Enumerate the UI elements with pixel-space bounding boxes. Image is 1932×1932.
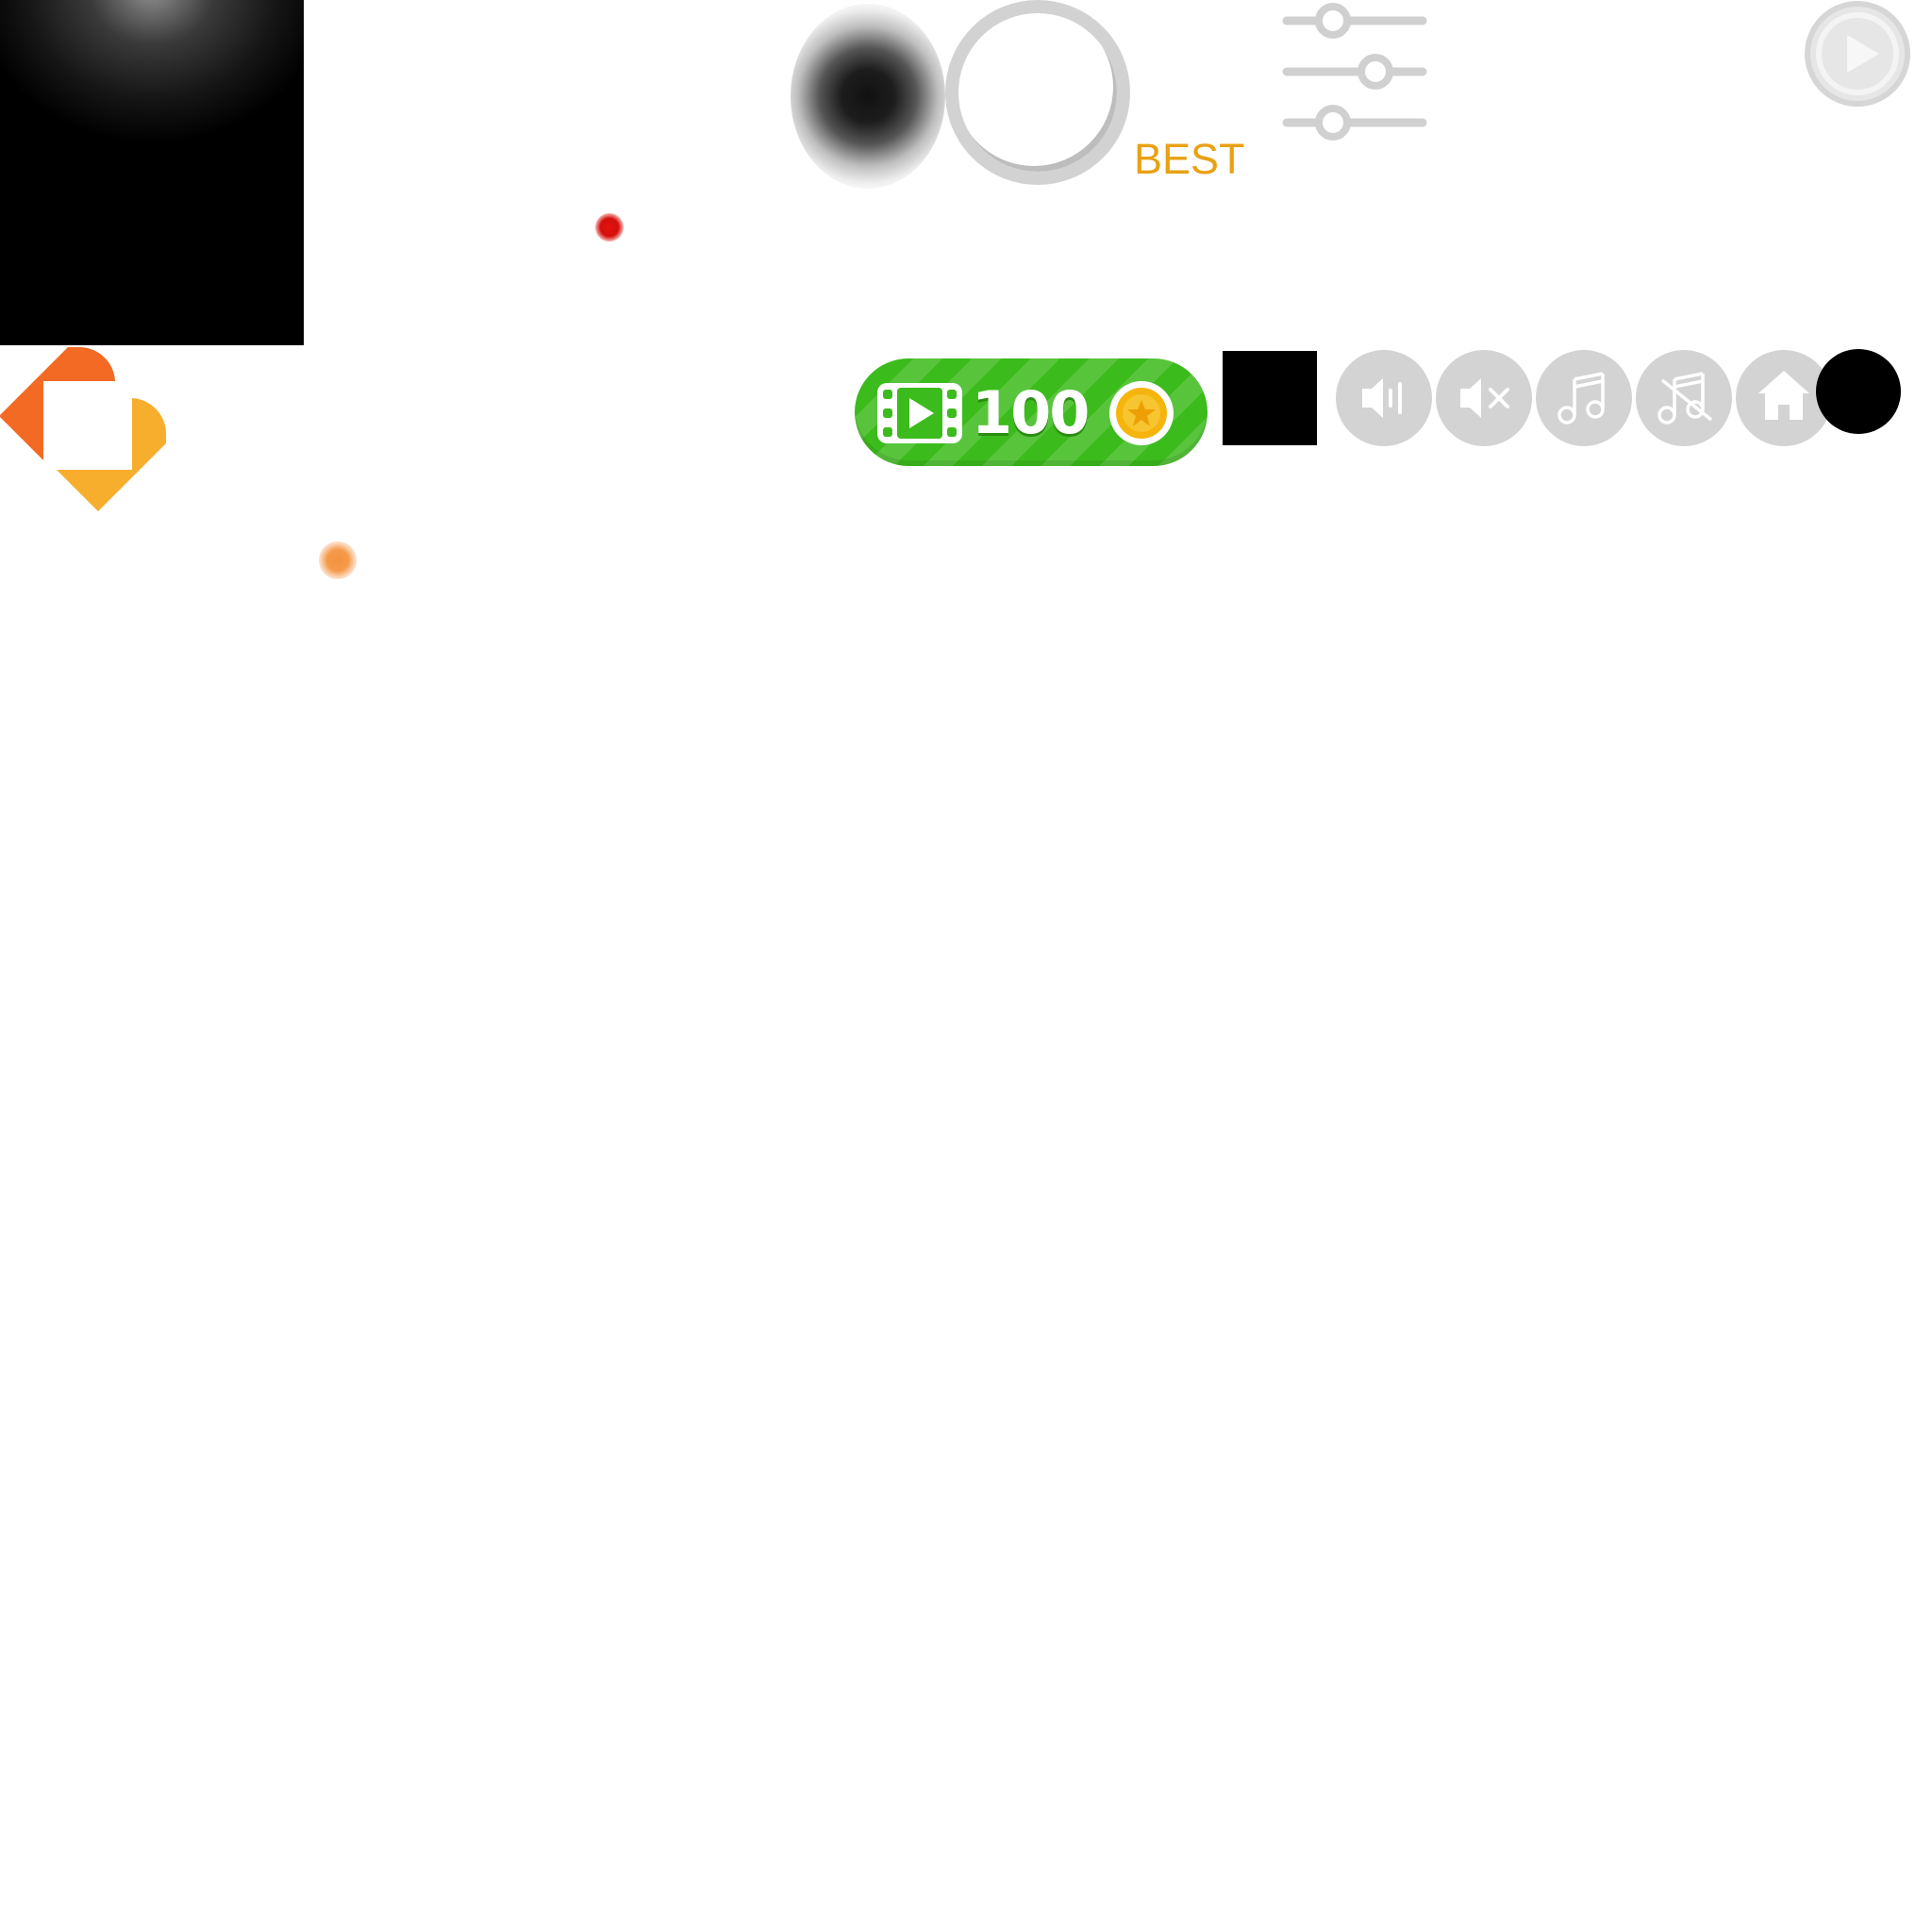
spotlight-background <box>0 0 304 345</box>
music-off-icon <box>1657 372 1713 425</box>
sound-off-button[interactable] <box>1436 350 1532 446</box>
watch-video-reward-button[interactable]: 100 <box>855 358 1208 466</box>
sliders-icon[interactable] <box>1281 0 1428 147</box>
logo-icon <box>0 347 166 511</box>
ring-button[interactable] <box>945 0 1130 185</box>
black-square-sprite <box>1223 351 1317 445</box>
speaker-on-icon <box>1362 378 1402 418</box>
music-off-button[interactable] <box>1636 350 1732 446</box>
orange-particle <box>319 541 357 579</box>
gold-coin-star-icon <box>1109 381 1174 445</box>
sprite-sheet: BEST 100 <box>0 0 1932 1932</box>
black-circle-sprite <box>1816 349 1901 434</box>
play-circle-icon[interactable] <box>1804 0 1911 108</box>
best-score-label: BEST <box>1134 135 1245 183</box>
red-particle <box>595 213 624 242</box>
music-note-icon <box>1557 372 1605 425</box>
film-play-icon <box>877 383 962 443</box>
speaker-mute-icon <box>1460 378 1509 418</box>
sound-on-button[interactable] <box>1336 350 1432 446</box>
music-on-button[interactable] <box>1536 350 1632 446</box>
reward-amount: 100 <box>972 378 1090 447</box>
shadow-ball-sprite <box>791 4 945 189</box>
